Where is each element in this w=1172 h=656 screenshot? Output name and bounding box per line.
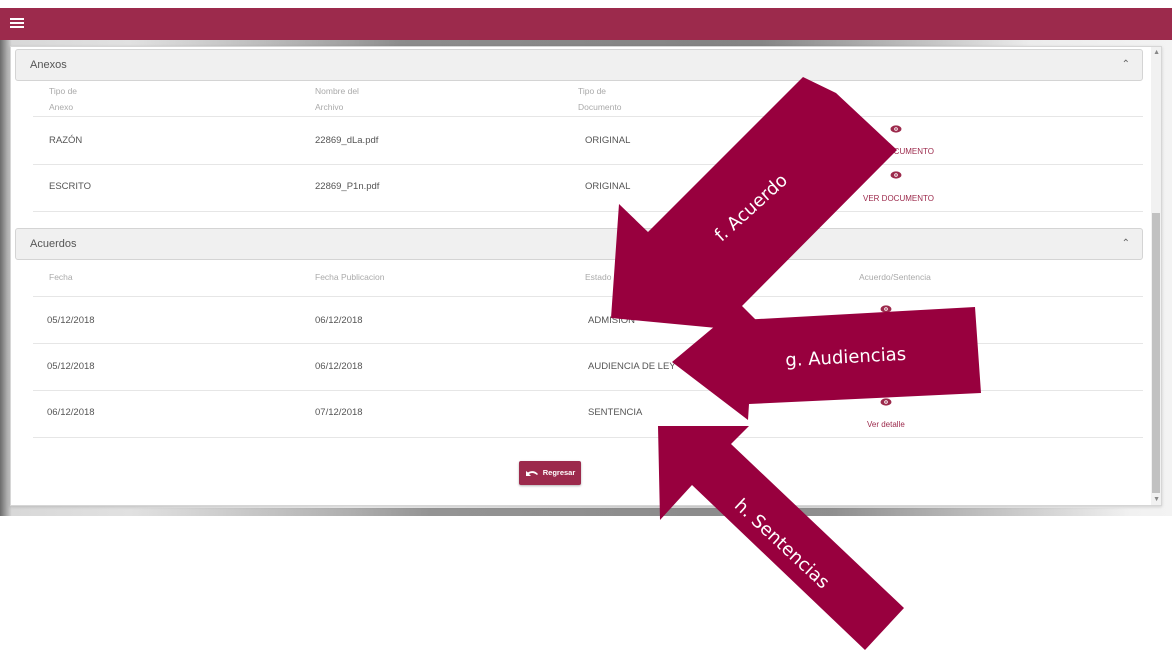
background-streak	[130, 508, 1130, 516]
divider	[33, 437, 1143, 438]
agreements-panel-header[interactable]: Acuerdos ⌃	[15, 228, 1143, 260]
divider	[33, 164, 1143, 165]
eye-icon[interactable]	[880, 352, 892, 360]
hamburger-icon	[10, 26, 24, 28]
scroll-up-icon[interactable]: ▲	[1153, 49, 1160, 56]
publication-date: 07/12/2018	[315, 407, 363, 418]
back-button-label: Regresar	[542, 468, 576, 477]
column-header-status: Estado	[585, 272, 612, 282]
chevron-up-icon[interactable]: ⌃	[1122, 229, 1130, 259]
column-header-publication-date: Fecha Publicacion	[315, 272, 385, 282]
annexes-title: Anexos	[30, 59, 67, 71]
file-name: 22869_P1n.pdf	[315, 181, 380, 192]
divider	[33, 343, 1143, 344]
hamburger-icon	[10, 22, 24, 24]
file-name: 22869_dLa.pdf	[315, 135, 379, 146]
divider	[33, 296, 1143, 297]
back-button[interactable]: Regresar	[519, 461, 581, 485]
column-header-file-name: Nombre del Archivo	[315, 86, 359, 112]
annex-type: ESCRITO	[49, 181, 92, 192]
view-detail-link[interactable]: Ver detalle	[867, 329, 905, 338]
divider	[33, 390, 1143, 391]
eye-icon[interactable]	[890, 171, 902, 179]
view-document-link[interactable]: VER DOCUMENTO	[863, 147, 934, 156]
column-header-annex-type: Tipo de Anexo	[49, 86, 78, 112]
divider	[33, 211, 1143, 212]
eye-icon[interactable]	[880, 398, 892, 406]
view-detail-link[interactable]: Ver detalle	[867, 420, 905, 429]
expediente-card: Anexos ⌃ Tipo de Anexo Nombre del Archivo …	[10, 46, 1162, 506]
annex-type: RAZÓN	[49, 135, 83, 146]
scrollbar-thumb[interactable]	[1152, 213, 1160, 493]
agreement-date: 06/12/2018	[47, 407, 95, 418]
column-header-document-type: Tipo de Documento	[578, 86, 622, 112]
publication-date: 06/12/2018	[315, 361, 363, 372]
annexes-panel-header[interactable]: Anexos ⌃	[15, 49, 1143, 81]
view-detail-link[interactable]: Ver detalle	[867, 375, 905, 384]
agreement-status: SENTENCIA	[588, 407, 643, 418]
chevron-up-icon[interactable]: ⌃	[1122, 50, 1130, 80]
agreements-title: Acuerdos	[30, 238, 77, 250]
column-header-date: Fecha	[49, 272, 73, 282]
scroll-down-icon[interactable]: ▼	[1153, 496, 1160, 503]
eye-icon[interactable]	[880, 305, 892, 313]
agreement-status: ADMISIÓN	[588, 315, 635, 326]
agreement-date: 05/12/2018	[47, 315, 95, 326]
undo-arrow-icon	[525, 471, 538, 477]
divider	[33, 116, 1143, 117]
agreement-date: 05/12/2018	[47, 361, 95, 372]
agreement-status: AUDIENCIA DE LEY	[588, 361, 676, 372]
eye-icon[interactable]	[890, 125, 902, 133]
document-type: ORIGINAL	[585, 135, 631, 146]
document-type: ORIGINAL	[585, 181, 631, 192]
scrollbar[interactable]: ▲ ▼	[1151, 47, 1161, 505]
view-document-link[interactable]: VER DOCUMENTO	[863, 194, 934, 203]
hamburger-icon	[10, 18, 24, 20]
top-navbar	[0, 8, 1172, 40]
column-header-agreement-sentence: Acuerdo/Sentencia	[859, 272, 931, 282]
publication-date: 06/12/2018	[315, 315, 363, 326]
menu-button[interactable]	[10, 16, 24, 30]
